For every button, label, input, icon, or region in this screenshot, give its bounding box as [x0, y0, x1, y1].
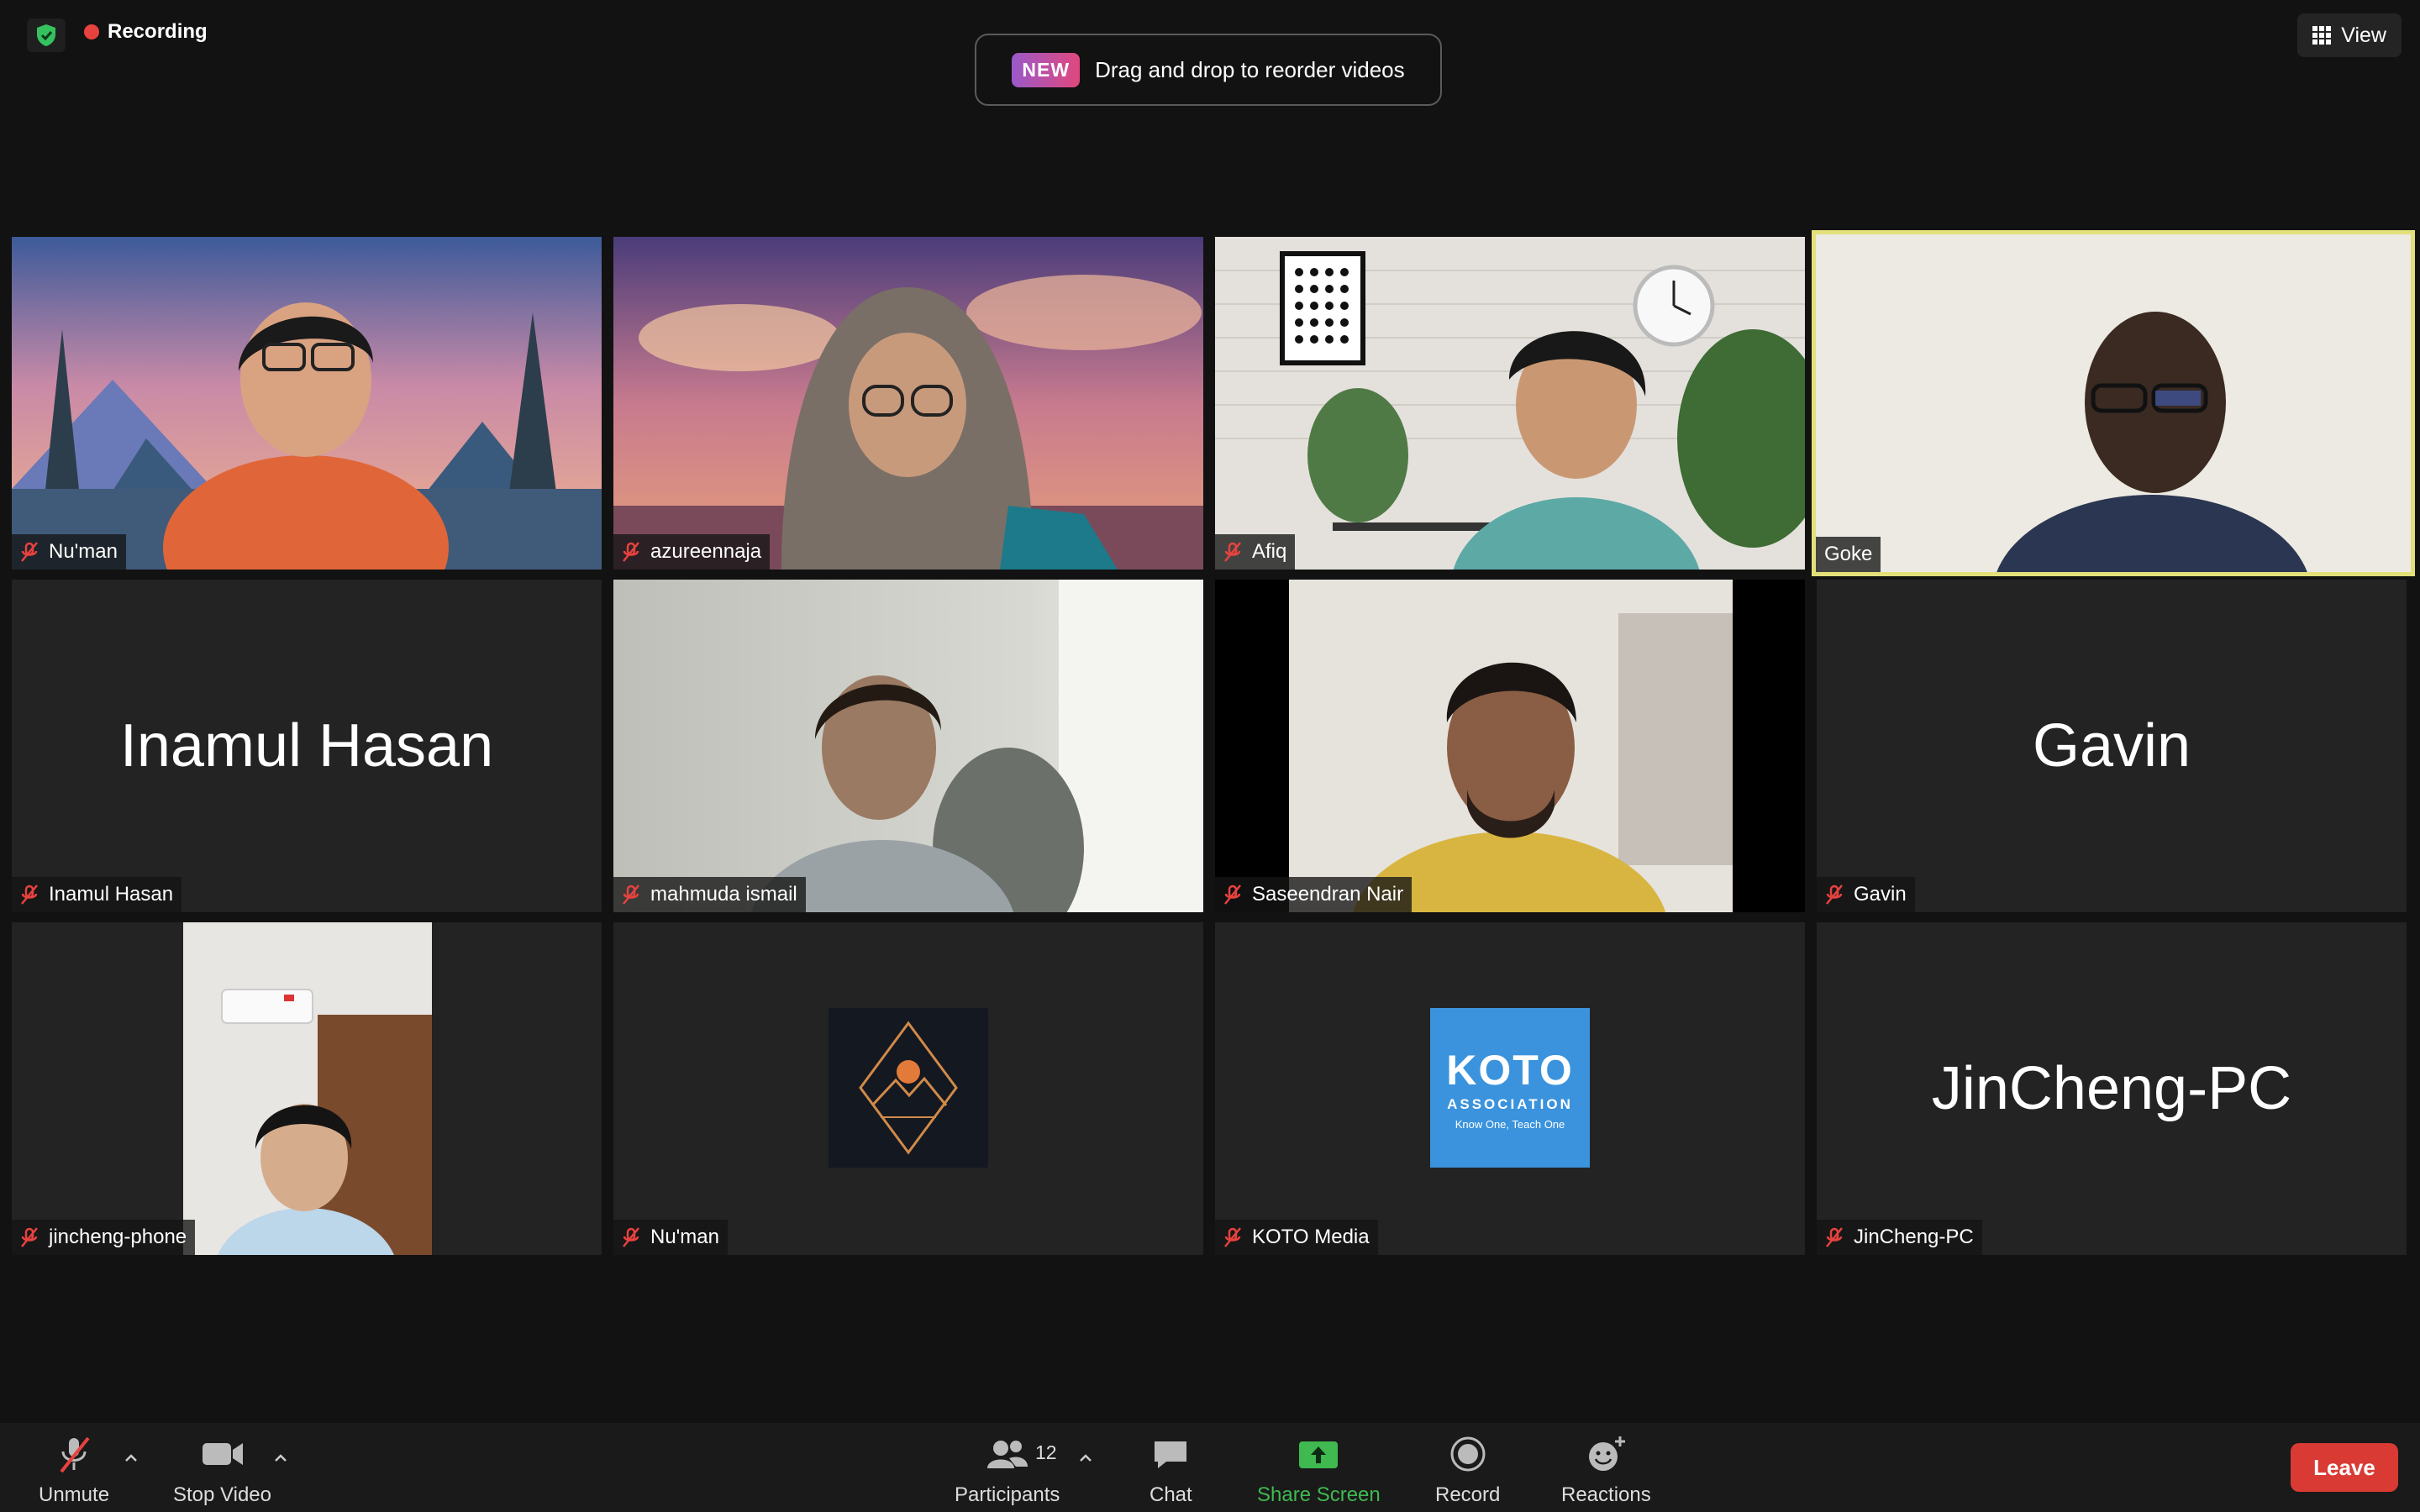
unmute-button[interactable]: Unmute	[39, 1435, 109, 1507]
new-badge: NEW	[1012, 52, 1081, 87]
recording-dot-icon	[84, 24, 99, 39]
video-tile-koto-media[interactable]: KOTO ASSOCIATION Know One, Teach One KOT…	[1215, 922, 1805, 1255]
recording-label: Recording	[108, 20, 208, 43]
video-tile-mahmuda-ismail[interactable]: mahmuda ismail	[613, 580, 1203, 912]
participant-name-tag: Nu'man	[12, 534, 126, 570]
video-feed	[1215, 237, 1805, 570]
participant-display-name: JinCheng-PC	[1931, 1055, 2292, 1122]
muted-mic-icon	[21, 885, 38, 905]
muted-mic-icon	[623, 885, 639, 905]
muted-microphone-icon	[60, 1436, 90, 1473]
koto-logo-subtitle: ASSOCIATION	[1447, 1095, 1573, 1112]
banner-text: Drag and drop to reorder videos	[1095, 56, 1405, 82]
muted-mic-icon	[1826, 1227, 1843, 1247]
muted-mic-icon	[1224, 885, 1241, 905]
video-tile-afiq[interactable]: Afiq	[1215, 237, 1805, 570]
unmute-label: Unmute	[39, 1483, 110, 1506]
reactions-label: Reactions	[1561, 1483, 1651, 1506]
participant-name: Gavin	[1854, 883, 1907, 906]
participant-name-tag: Saseendran Nair	[1215, 877, 1413, 912]
share-screen-icon	[1299, 1441, 1339, 1468]
smiley-plus-icon	[1589, 1436, 1626, 1471]
reactions-button[interactable]: Reactions	[1561, 1435, 1651, 1507]
record-icon	[1450, 1436, 1486, 1472]
chat-label: Chat	[1150, 1483, 1192, 1506]
video-tile-goke[interactable]: Goke	[1812, 230, 2415, 576]
video-feed	[613, 580, 1203, 912]
recording-indicator[interactable]: Recording	[84, 20, 208, 44]
security-shield-icon[interactable]	[27, 18, 66, 52]
participant-name-tag: jincheng-phone	[12, 1220, 196, 1255]
participant-name-tag: JinCheng-PC	[1817, 1220, 1982, 1255]
video-feed	[613, 237, 1203, 570]
chat-button[interactable]: Chat	[1150, 1435, 1192, 1507]
record-label: Record	[1435, 1483, 1501, 1506]
participant-name-tag: KOTO Media	[1215, 1220, 1378, 1255]
participants-icon	[986, 1441, 1028, 1468]
participant-name-tag: Gavin	[1817, 877, 1915, 912]
participant-name: azureennaja	[650, 540, 762, 563]
muted-mic-icon	[1224, 1227, 1241, 1247]
stop-video-button[interactable]: Stop Video	[173, 1435, 271, 1507]
participant-name: Afiq	[1252, 540, 1287, 563]
koto-logo-tagline: Know One, Teach One	[1455, 1117, 1565, 1131]
video-tile-saseendran-nair[interactable]: Saseendran Nair	[1215, 580, 1805, 912]
koto-logo-title: KOTO	[1446, 1046, 1574, 1094]
muted-mic-icon	[623, 542, 639, 562]
muted-mic-icon	[623, 1227, 639, 1247]
grid-view-icon	[2312, 26, 2332, 45]
meeting-toolbar: Unmute Stop Video Participants 12 Chat S…	[0, 1423, 2420, 1512]
participant-name-tag: Afiq	[1215, 534, 1296, 570]
leave-button[interactable]: Leave	[2291, 1443, 2398, 1492]
participant-name: Nu'man	[650, 1226, 719, 1248]
chat-bubble-icon	[1155, 1441, 1187, 1468]
participant-name-tag: Inamul Hasan	[12, 877, 182, 912]
video-tile-jincheng-pc[interactable]: JinCheng-PC JinCheng-PC	[1817, 922, 2407, 1255]
participant-name: jincheng-phone	[49, 1226, 187, 1248]
reorder-tip-banner: NEW Drag and drop to reorder videos	[975, 34, 1442, 106]
share-screen-button[interactable]: Share Screen	[1257, 1435, 1381, 1507]
muted-mic-icon	[1826, 885, 1843, 905]
video-options-chevron-icon[interactable]	[271, 1448, 291, 1468]
video-camera-icon	[202, 1443, 243, 1465]
participant-count: 12	[1035, 1441, 1057, 1463]
participant-name-tag: Nu'man	[613, 1220, 728, 1255]
video-feed	[183, 922, 432, 1255]
view-label: View	[2341, 23, 2386, 47]
view-button[interactable]: View	[2297, 13, 2402, 57]
audio-options-chevron-icon[interactable]	[121, 1448, 141, 1468]
video-tile-numan[interactable]: Nu'man	[12, 237, 602, 570]
video-tile-inamul-hasan[interactable]: Inamul Hasan Inamul Hasan	[12, 580, 602, 912]
participant-name: mahmuda ismail	[650, 883, 797, 906]
participant-name-tag: azureennaja	[613, 534, 771, 570]
record-button[interactable]: Record	[1435, 1435, 1500, 1507]
participant-name: JinCheng-PC	[1854, 1226, 1974, 1248]
participant-name: Goke	[1824, 543, 1873, 565]
participant-name-tag: Goke	[1816, 537, 1881, 572]
participant-display-name: Inamul Hasan	[119, 712, 494, 780]
video-feed	[12, 237, 602, 570]
participant-name: KOTO Media	[1252, 1226, 1370, 1248]
participant-name: Saseendran Nair	[1252, 883, 1404, 906]
avatar-image	[829, 1008, 988, 1168]
video-tile-gavin[interactable]: Gavin Gavin	[1817, 580, 2407, 912]
participants-label: Participants	[955, 1483, 1060, 1506]
participant-display-name: Gavin	[2032, 712, 2191, 780]
share-screen-label: Share Screen	[1257, 1483, 1381, 1506]
video-tile-jincheng-phone[interactable]: jincheng-phone	[12, 922, 602, 1255]
muted-mic-icon	[21, 1227, 38, 1247]
zoom-meeting-window: Recording NEW Drag and drop to reorder v…	[0, 0, 2420, 1512]
participant-name-tag: mahmuda ismail	[613, 877, 806, 912]
video-tile-numan-avatar[interactable]: Nu'man	[613, 922, 1203, 1255]
participants-options-chevron-icon[interactable]	[1076, 1448, 1096, 1468]
participant-name: Nu'man	[49, 540, 118, 563]
koto-logo: KOTO ASSOCIATION Know One, Teach One	[1430, 1008, 1590, 1168]
video-feed	[1816, 234, 2411, 572]
muted-mic-icon	[21, 542, 38, 562]
stop-video-label: Stop Video	[173, 1483, 271, 1506]
participant-name: Inamul Hasan	[49, 883, 174, 906]
video-feed	[1289, 580, 1733, 912]
muted-mic-icon	[1224, 542, 1241, 562]
video-tile-azureennaja[interactable]: azureennaja	[613, 237, 1203, 570]
